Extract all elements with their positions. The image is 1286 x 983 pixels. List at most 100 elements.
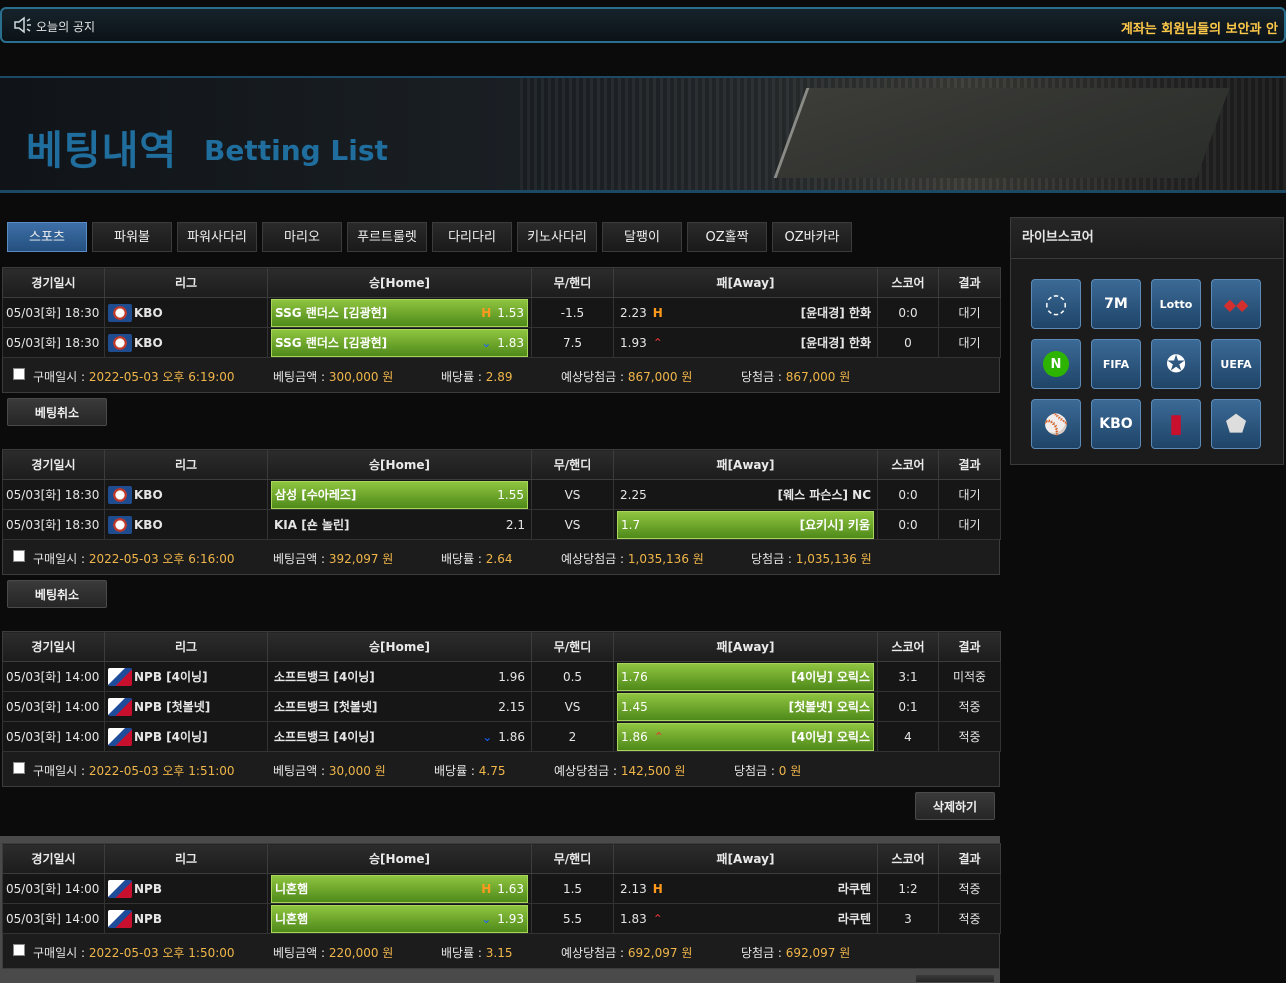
- notice-message[interactable]: 계좌는 회원님들의 보안과 안: [1121, 18, 1278, 37]
- bet-summary: 구매일시 : 2022-05-03 오후 6:16:00 베팅금액 : 392,0…: [2, 540, 1000, 575]
- match-date: 05/03[화] 18:30: [2, 479, 105, 510]
- tab-0[interactable]: 스포츠: [7, 222, 87, 252]
- bet-select-checkbox[interactable]: [13, 550, 25, 562]
- column-header: 무/핸디: [531, 631, 614, 662]
- away-cell[interactable]: 2.25 [웨스 파슨스] NC: [613, 479, 878, 510]
- delete-button[interactable]: [915, 974, 995, 983]
- home-cell[interactable]: 삼성 [수아레즈] 1.55: [267, 479, 532, 510]
- result-badge: 적중: [938, 721, 1001, 752]
- home-option[interactable]: 니혼햄 H 1.63: [271, 874, 528, 903]
- nhl-logo-icon[interactable]: ⬟: [1211, 399, 1261, 449]
- champions-league-icon[interactable]: ✪: [1151, 339, 1201, 389]
- away-option[interactable]: 1.83 ⌃ 라쿠텐: [617, 906, 874, 932]
- away-cell[interactable]: 1.83 ⌃ 라쿠텐: [613, 903, 878, 934]
- bet-table: 경기일시 리그 승[Home] 무/핸디 패[Away] 스코어 결과 05/03[화] 14…: [2, 631, 1001, 752]
- bet-select-checkbox[interactable]: [13, 944, 25, 956]
- win-summary: 당첨금 : 867,000 원: [741, 368, 850, 385]
- home-cell[interactable]: 니혼햄 ⌄ 1.93: [267, 903, 532, 934]
- home-option[interactable]: 소프트뱅크 [첫볼넷] 2.15: [271, 694, 528, 720]
- column-header: 승[Home]: [267, 449, 532, 480]
- column-header: 리그: [104, 843, 268, 874]
- down-arrow-icon: ⌄: [481, 335, 492, 350]
- tab-7[interactable]: 달팽이: [602, 222, 682, 252]
- home-option[interactable]: 소프트뱅크 [4이닝] 1.96: [271, 664, 528, 690]
- away-option[interactable]: 1.76 [4이닝] 오릭스: [617, 662, 874, 691]
- bet-select-checkbox[interactable]: [13, 368, 25, 380]
- away-option[interactable]: 2.25 [웨스 파슨스] NC: [617, 482, 874, 508]
- amount-label: 베팅금액 :: [273, 370, 329, 384]
- away-option[interactable]: 1.7 [요키시] 키움: [617, 510, 874, 539]
- delete-button[interactable]: 삭제하기: [915, 792, 995, 820]
- away-cell[interactable]: 1.45 [첫볼넷] 오릭스: [613, 691, 878, 722]
- tab-5[interactable]: 다리다리: [432, 222, 512, 252]
- mlb-logo-icon[interactable]: ⚾: [1031, 399, 1081, 449]
- draw-handicap: 2: [531, 721, 614, 752]
- red-diamonds-icon[interactable]: ◆◆: [1211, 279, 1261, 329]
- column-header: 승[Home]: [267, 267, 532, 298]
- column-header: 승[Home]: [267, 631, 532, 662]
- diamonds-mark: ◆◆: [1223, 294, 1249, 314]
- home-cell[interactable]: SSG 랜더스 [김광현] H 1.53: [267, 297, 532, 328]
- home-option[interactable]: SSG 랜더스 [김광현] ⌄ 1.83: [271, 328, 528, 357]
- home-cell[interactable]: 소프트뱅크 [4이닝] ⌄ 1.86: [267, 721, 532, 752]
- fifa-logo-icon[interactable]: FIFA: [1091, 339, 1141, 389]
- tab-4[interactable]: 푸르트룰렛: [347, 222, 427, 252]
- column-header: 결과: [938, 267, 1001, 298]
- bet-select-checkbox[interactable]: [13, 762, 25, 774]
- away-cell[interactable]: 1.93 ⌃ [윤대경] 한화: [613, 327, 878, 358]
- away-team: [웨스 파슨스] NC: [777, 488, 871, 502]
- home-cell[interactable]: SSG 랜더스 [김광현] ⌄ 1.83: [267, 327, 532, 358]
- home-cell[interactable]: 니혼햄 H 1.63: [267, 873, 532, 904]
- 7m-logo-icon[interactable]: 7M: [1091, 279, 1141, 329]
- column-header: 결과: [938, 631, 1001, 662]
- home-option[interactable]: SSG 랜더스 [김광현] H 1.53: [271, 298, 528, 327]
- livescore-ring-icon[interactable]: ◌: [1031, 279, 1081, 329]
- away-option[interactable]: 2.13 H 라쿠텐: [617, 876, 874, 902]
- expected-value: 867,000 원: [627, 370, 693, 384]
- up-arrow-icon: ⌃: [653, 729, 664, 744]
- tab-9[interactable]: OZ바카라: [772, 222, 852, 252]
- home-option[interactable]: 니혼햄 ⌄ 1.93: [271, 904, 528, 933]
- league: KBO: [108, 485, 264, 504]
- naver-n-icon[interactable]: N: [1031, 339, 1081, 389]
- notice-label: 오늘의 공지: [36, 20, 96, 34]
- tab-2[interactable]: 파워사다리: [177, 222, 257, 252]
- home-team: 니혼햄: [275, 882, 309, 896]
- expected-summary: 예상당첨금 : 692,097 원: [561, 944, 692, 961]
- draw-handicap: 7.5: [531, 327, 614, 358]
- away-cell[interactable]: 1.86 ⌃ [4이닝] 오릭스: [613, 721, 878, 752]
- home-cell[interactable]: KIA [숀 놀린] 2.1: [267, 509, 532, 540]
- tab-8[interactable]: OZ홀짝: [687, 222, 767, 252]
- bet-table: 경기일시 리그 승[Home] 무/핸디 패[Away] 스코어 결과 05/03[화] 18…: [2, 267, 1001, 358]
- home-option[interactable]: 소프트뱅크 [4이닝] ⌄ 1.86: [271, 724, 528, 750]
- tab-6[interactable]: 키노사다리: [517, 222, 597, 252]
- home-option[interactable]: 삼성 [수아레즈] 1.55: [271, 480, 528, 509]
- away-option[interactable]: 1.45 [첫볼넷] 오릭스: [617, 692, 874, 721]
- page-title-english: Betting List: [204, 134, 388, 167]
- cancel-bet-button[interactable]: 베팅취소: [7, 398, 107, 426]
- home-cell[interactable]: 소프트뱅크 [첫볼넷] 2.15: [267, 691, 532, 722]
- away-option[interactable]: 1.93 ⌃ [윤대경] 한화: [617, 330, 874, 356]
- cancel-bet-button[interactable]: 베팅취소: [7, 580, 107, 608]
- league: NPB [첫볼넷]: [108, 697, 264, 716]
- uefa-logo-icon[interactable]: UEFA: [1211, 339, 1261, 389]
- lotto-logo-icon[interactable]: Lotto: [1151, 279, 1201, 329]
- bet-summary: 구매일시 : 2022-05-03 오후 1:51:00 베팅금액 : 30,00…: [2, 752, 1000, 787]
- league-cell: KBO: [104, 327, 268, 358]
- away-option[interactable]: 2.23 H [윤대경] 한화: [617, 300, 874, 326]
- away-cell[interactable]: 1.76 [4이닝] 오릭스: [613, 661, 878, 692]
- away-cell[interactable]: 1.7 [요키시] 키움: [613, 509, 878, 540]
- tab-3[interactable]: 마리오: [262, 222, 342, 252]
- home-cell[interactable]: 소프트뱅크 [4이닝] 1.96: [267, 661, 532, 692]
- column-header: 결과: [938, 449, 1001, 480]
- home-option[interactable]: KIA [숀 놀린] 2.1: [271, 512, 528, 538]
- nba-logo-icon[interactable]: ▮: [1151, 399, 1201, 449]
- kbo-logo-icon[interactable]: KBO: [1091, 399, 1141, 449]
- tab-1[interactable]: 파워볼: [92, 222, 172, 252]
- live-score-panel: 라이브스코어 ◌ 7M Lotto ◆◆ N FIFA ✪ UEFA ⚾ KBO ▮ ⬟: [1010, 217, 1284, 465]
- expected-label: 예상당첨금 :: [561, 946, 628, 960]
- column-header: 스코어: [877, 631, 939, 662]
- away-cell[interactable]: 2.23 H [윤대경] 한화: [613, 297, 878, 328]
- away-cell[interactable]: 2.13 H 라쿠텐: [613, 873, 878, 904]
- away-option[interactable]: 1.86 ⌃ [4이닝] 오릭스: [617, 722, 874, 751]
